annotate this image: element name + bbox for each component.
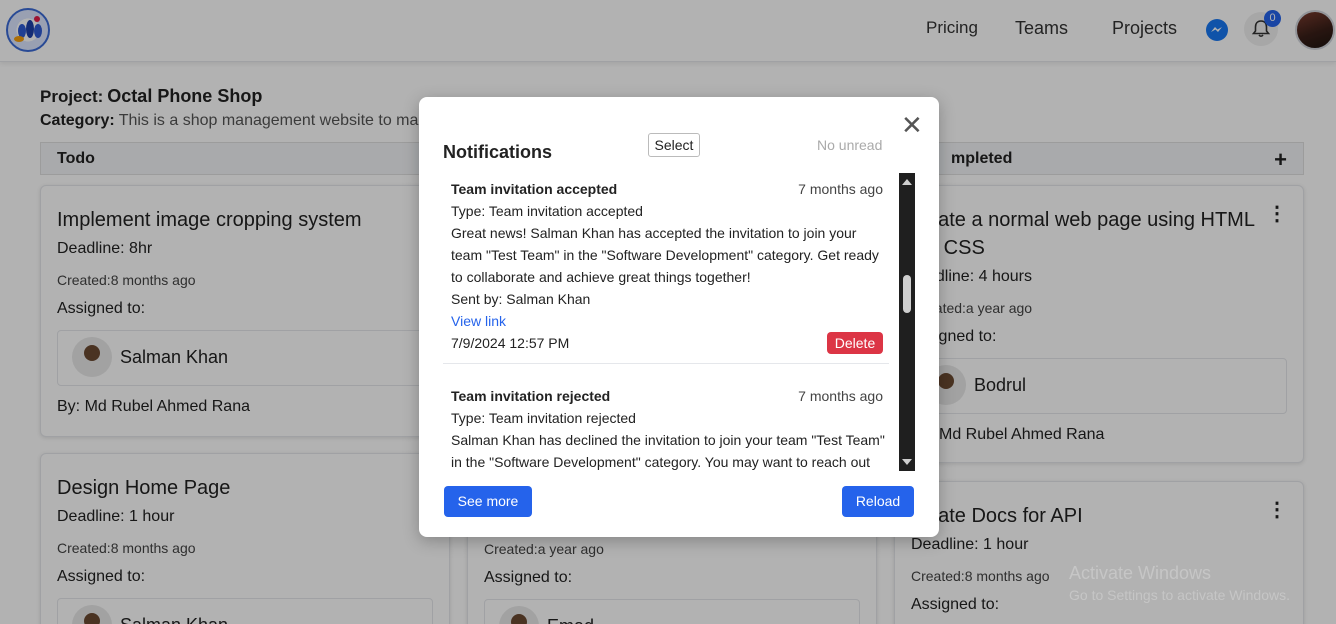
notification-title: Team invitation rejected [451,388,611,404]
close-icon[interactable]: ✕ [901,112,923,138]
notification-message-line: in the "Software Development" category. … [451,454,871,470]
scroll-up-arrow-icon[interactable] [902,179,912,185]
no-unread-label: No unread [817,137,883,153]
notification-date: 7/9/2024 12:57 PM [451,335,570,351]
scroll-down-arrow-icon[interactable] [902,459,912,465]
notification-scrollbar[interactable] [899,173,915,471]
select-button[interactable]: Select [648,133,700,157]
notification-sender: Sent by: Salman Khan [451,291,591,307]
notification-time: 7 months ago [798,181,883,197]
notification-time: 7 months ago [798,388,883,404]
activate-windows-title: Activate Windows [1069,563,1212,583]
notification-message-line: team "Test Team" in the "Software Develo… [451,247,879,263]
notification-item[interactable]: Team invitation accepted 7 months ago Ty… [443,178,889,364]
notification-message-line: Salman Khan has declined the invitation … [451,432,885,448]
delete-button[interactable]: Delete [827,332,883,354]
notification-type: Type: Team invitation rejected [451,410,636,426]
notifications-modal: ✕ Notifications Select No unread Team in… [419,97,939,537]
notification-title: Team invitation accepted [451,181,618,197]
scrollbar-thumb[interactable] [903,275,911,313]
see-more-button[interactable]: See more [444,486,532,517]
notification-message-line: Great news! Salman Khan has accepted the… [451,225,857,241]
notification-body: Type: Team invitation rejected Salman Kh… [451,407,885,471]
divider [443,363,889,364]
notification-type: Type: Team invitation accepted [451,203,643,219]
reload-button[interactable]: Reload [842,486,914,517]
notification-list[interactable]: Team invitation accepted 7 months ago Ty… [443,173,917,471]
modal-title: Notifications [443,142,553,162]
notification-item[interactable]: Team invitation rejected 7 months ago Ty… [443,385,889,471]
activate-windows-subtitle: Go to Settings to activate Windows. [1069,587,1290,603]
view-link[interactable]: View link [451,310,885,332]
notification-body: Type: Team invitation accepted Great new… [451,200,885,354]
notification-message-line: to collaborate and achieve great things … [451,269,751,285]
